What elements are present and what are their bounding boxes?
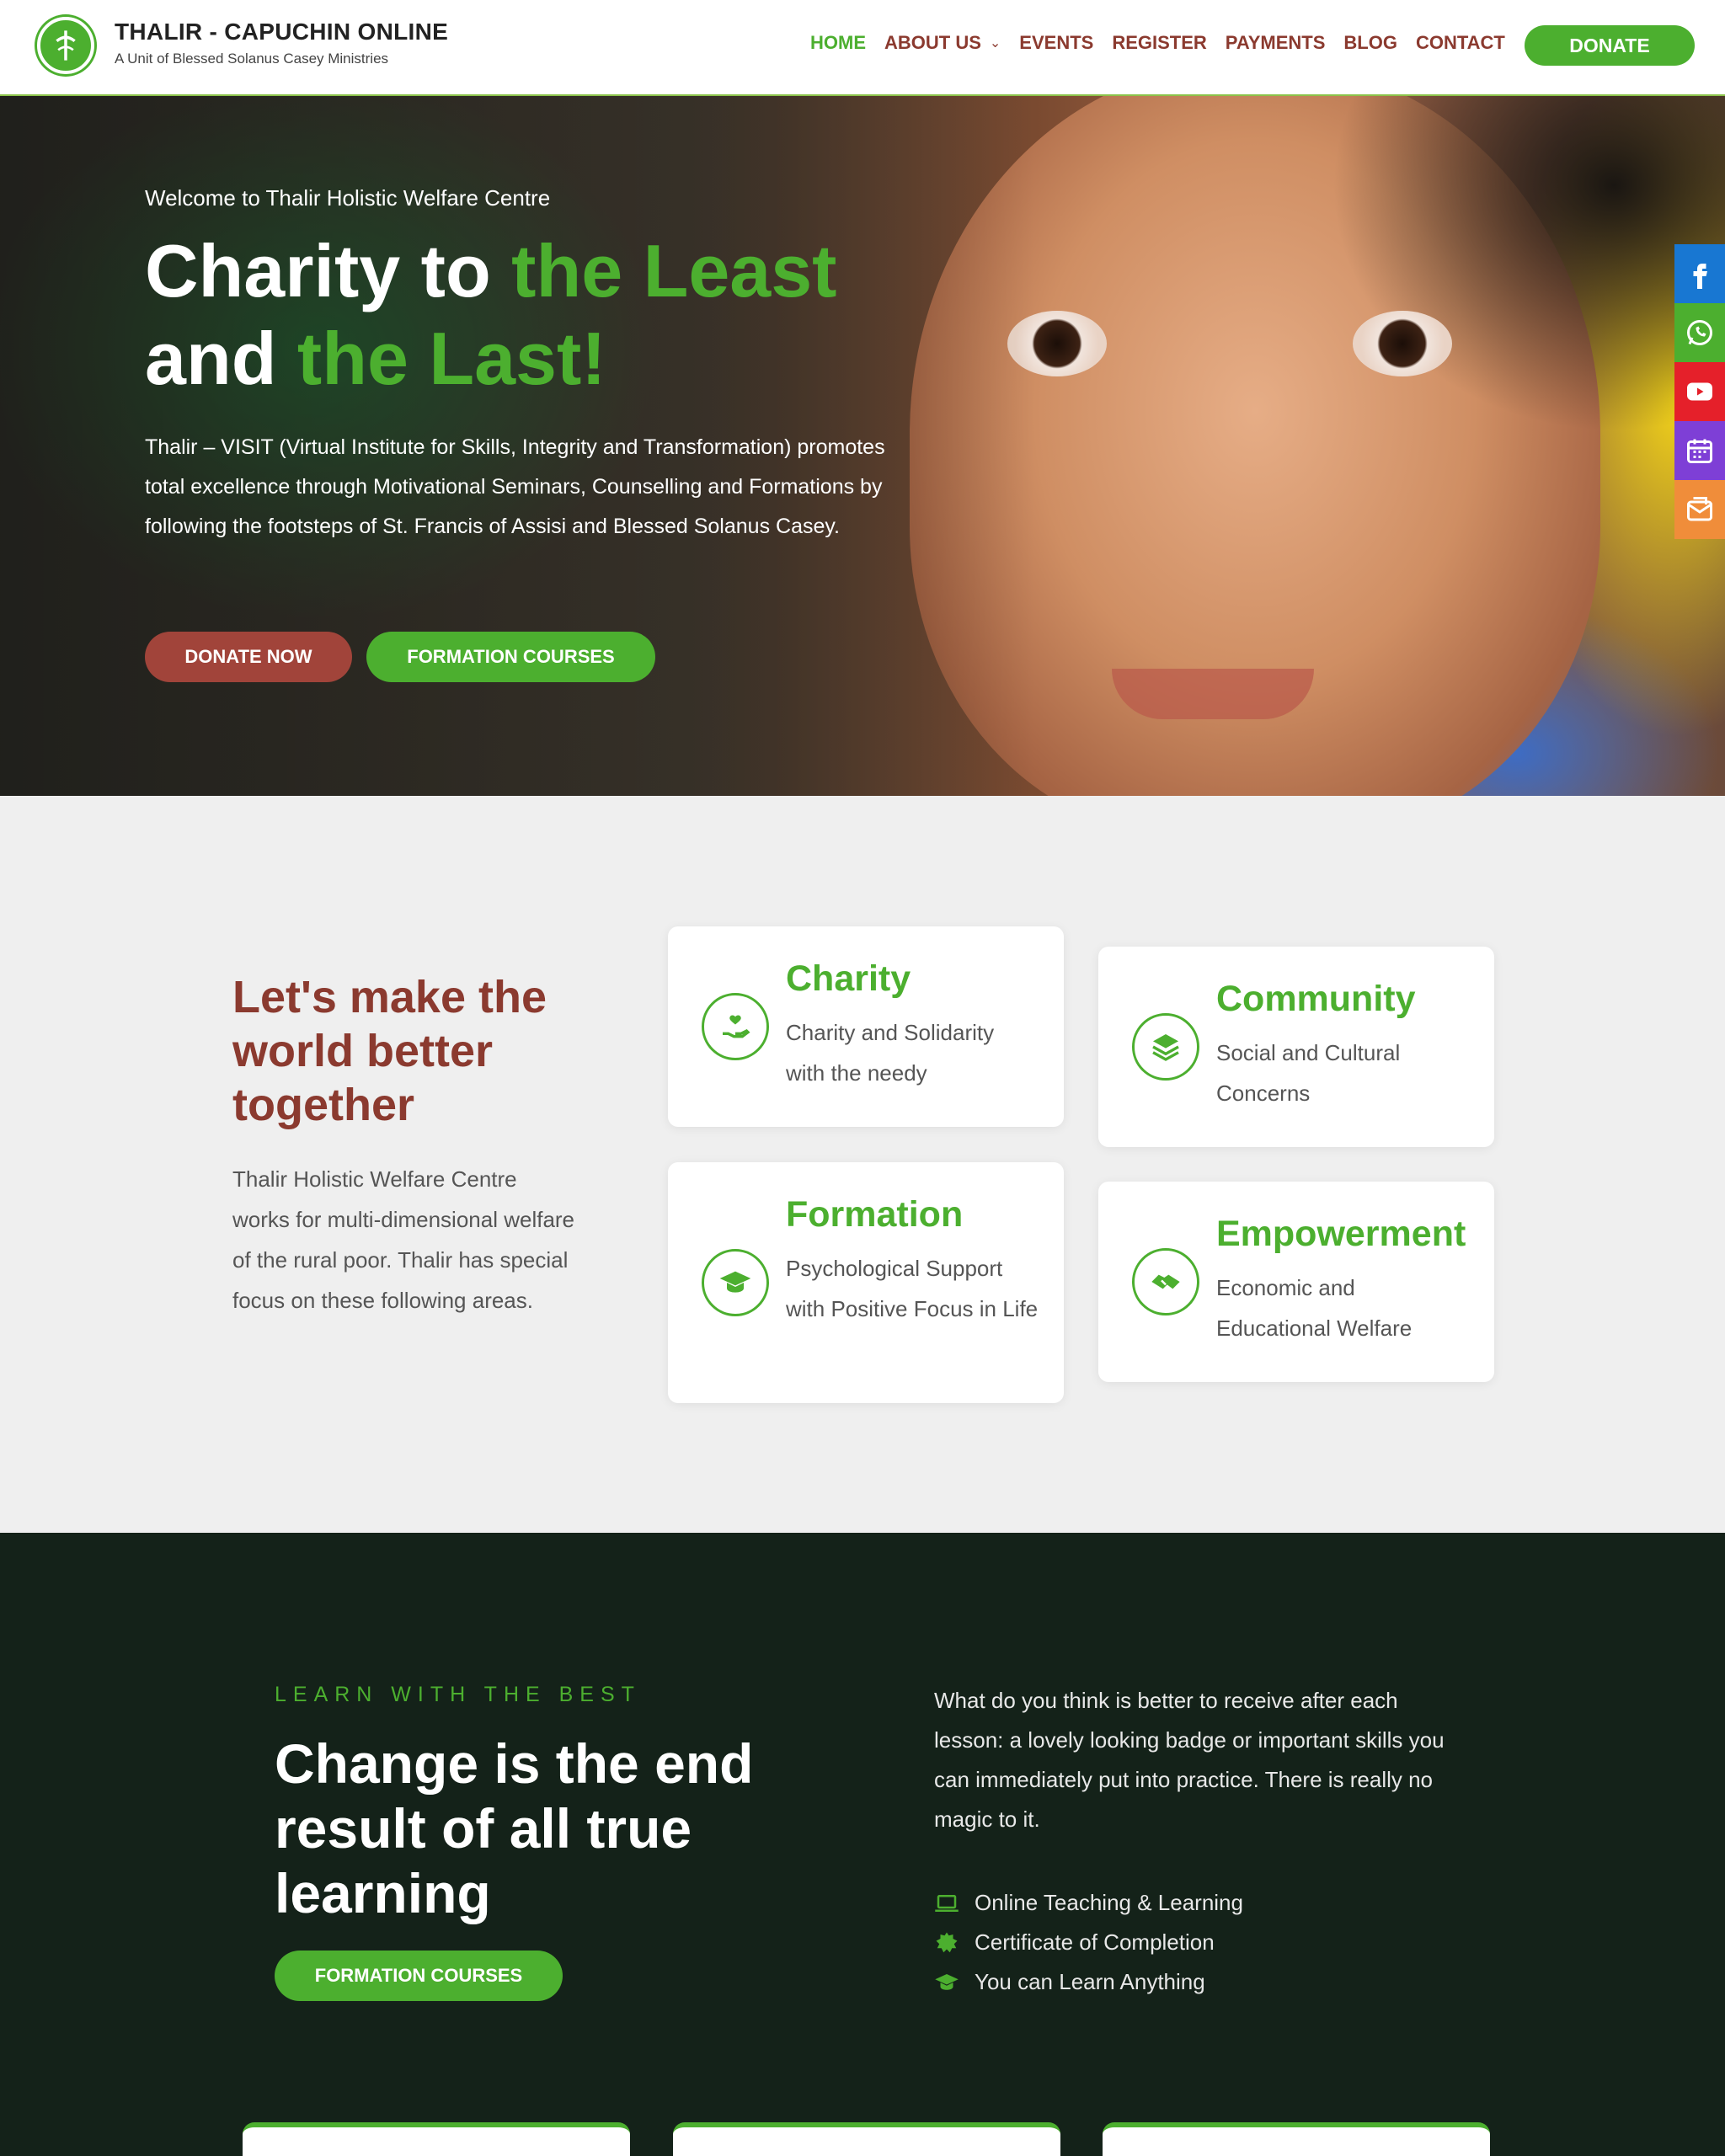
nav-about-us-label: ABOUT US [884,32,981,53]
hero-title-green1: the Least [511,229,837,312]
chevron-down-icon: ⌄ [989,36,1001,51]
layers-icon [1132,1013,1199,1081]
learn-feature-list: Online Teaching & Learning Certificate o… [934,1883,1243,2002]
graduation-cap-icon [935,1973,959,1990]
course-card[interactable] [243,2122,630,2156]
feature-card-charity[interactable]: Charity Charity and Solidarity with the … [668,926,1064,1127]
hero-title: Charity to the Least and the Last! [145,227,837,403]
list-item-label: Certificate of Completion [975,1929,1215,1955]
feature-card-title: Community [1216,979,1416,1019]
logo-icon[interactable] [37,17,94,74]
nav-home[interactable]: HOME [810,32,866,54]
feature-card-title: Empowerment [1216,1214,1466,1254]
list-item: Online Teaching & Learning [934,1883,1243,1923]
features-description: Thalir Holistic Welfare Centre works for… [232,1166,575,1313]
learn-formation-courses-button[interactable]: FORMATION COURSES [275,1951,563,2001]
list-item-label: Online Teaching & Learning [975,1890,1243,1915]
graduation-cap-icon [702,1249,769,1316]
facebook-icon[interactable] [1674,244,1725,303]
formation-courses-button[interactable]: FORMATION COURSES [366,632,655,682]
nav-events[interactable]: EVENTS [1019,32,1093,54]
youtube-icon[interactable] [1674,362,1725,421]
donate-now-button[interactable]: DONATE NOW [145,632,352,682]
site-header: THALIR - CAPUCHIN ONLINE A Unit of Bless… [0,0,1725,96]
handshake-icon [1132,1248,1199,1315]
feature-card-text: Charity and Solidarity with the needy [786,1020,995,1086]
feature-card-text: Economic and Educational Welfare [1216,1275,1413,1341]
badge-icon [936,1932,958,1952]
learn-kicker: LEARN WITH THE BEST [275,1683,641,1706]
nav-about-us[interactable]: ABOUT US ⌄ [884,32,1001,54]
hero-welcome: Welcome to Thalir Holistic Welfare Centr… [145,185,551,211]
main-nav: HOME ABOUT US ⌄ EVENTS REGISTER PAYMENTS … [810,32,1524,54]
donate-button[interactable]: DONATE [1525,25,1695,66]
nav-payments[interactable]: PAYMENTS [1226,32,1326,54]
list-item: You can Learn Anything [934,1962,1243,2002]
mail-icon[interactable] [1674,480,1725,539]
feature-card-community[interactable]: Community Social and Cultural Concerns [1098,947,1494,1147]
course-card[interactable] [673,2122,1060,2156]
feature-card-title: Formation [786,1194,964,1235]
learn-title: Change is the end result of all true lea… [275,1732,754,1924]
course-card[interactable] [1103,2122,1490,2156]
learn-description: What do you think is better to receive a… [934,1688,1445,1832]
features-title: Let's make the world better together [232,972,547,1130]
hero-description: Thalir – VISIT (Virtual Institute for Sk… [145,435,885,538]
feature-card-title: Charity [786,958,911,999]
feature-card-text: Social and Cultural Concerns [1216,1040,1401,1106]
nav-blog[interactable]: BLOG [1343,32,1397,54]
whatsapp-icon[interactable] [1674,303,1725,362]
feature-card-text: Psychological Support with Positive Focu… [786,1256,1039,1321]
brand-subtitle: A Unit of Blessed Solanus Casey Ministri… [115,51,389,67]
hero-title-green2: the Last! [296,317,606,400]
feature-card-formation[interactable]: Formation Psychological Support with Pos… [668,1162,1064,1403]
social-sidebar [1674,244,1725,539]
list-item-label: You can Learn Anything [975,1969,1205,1994]
feature-card-empowerment[interactable]: Empowerment Economic and Educational Wel… [1098,1182,1494,1382]
nav-contact[interactable]: CONTACT [1416,32,1505,54]
list-item: Certificate of Completion [934,1923,1243,1962]
learn-section [0,1533,1725,2156]
hero-title-part2: and [145,317,297,400]
nav-register[interactable]: REGISTER [1112,32,1206,54]
hero-title-part1: Charity to [145,229,512,312]
heart-hand-icon [702,993,769,1060]
calendar-icon[interactable] [1674,421,1725,480]
brand-title[interactable]: THALIR - CAPUCHIN ONLINE [115,19,448,45]
laptop-icon [935,1894,959,1912]
